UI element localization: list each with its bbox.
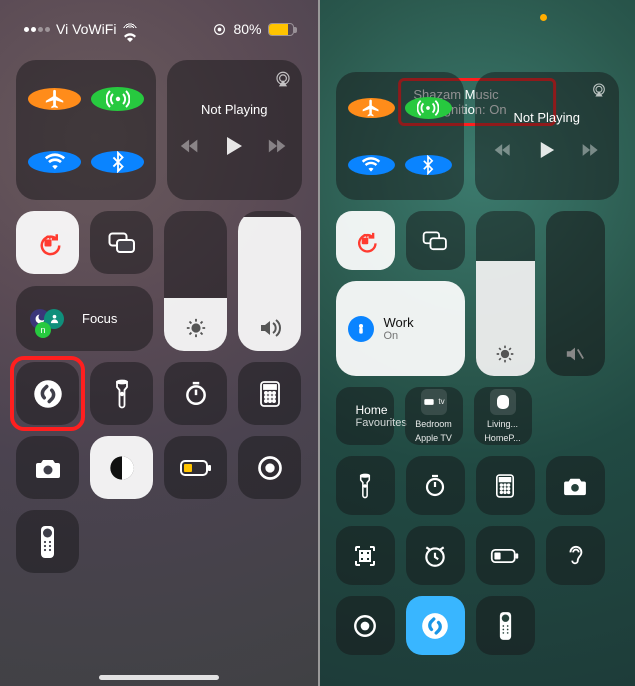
home-indicator[interactable] bbox=[99, 675, 219, 680]
media-play-button[interactable] bbox=[536, 139, 558, 161]
bedroom-l2: Apple TV bbox=[415, 433, 452, 443]
connectivity-group[interactable] bbox=[16, 60, 156, 200]
media-next-button[interactable] bbox=[580, 139, 602, 161]
timer-button[interactable] bbox=[406, 456, 465, 515]
battery-icon bbox=[268, 23, 294, 36]
qr-code-button[interactable] bbox=[336, 526, 395, 585]
brightness-slider[interactable] bbox=[164, 211, 227, 351]
home-bedroom-tv[interactable]: tv Bedroom Apple TV bbox=[405, 387, 463, 445]
shazam-highlight bbox=[10, 356, 85, 431]
screen-mirroring-button[interactable] bbox=[406, 211, 465, 270]
hearing-button[interactable] bbox=[546, 526, 605, 585]
orientation-lock-button[interactable] bbox=[16, 211, 79, 274]
media-title: Not Playing bbox=[514, 111, 580, 125]
battery-text: 80% bbox=[233, 21, 261, 37]
cellular-signal-icon bbox=[24, 27, 50, 32]
media-title: Not Playing bbox=[201, 103, 267, 117]
screen-record-button[interactable] bbox=[336, 596, 395, 655]
carrier-label: Vi VoWiFi bbox=[56, 21, 116, 37]
media-prev-button[interactable] bbox=[179, 135, 201, 157]
focus-label: Focus bbox=[82, 312, 117, 326]
home-label: Home bbox=[356, 403, 407, 417]
control-center-right: Shazam Music Recognition: On bbox=[318, 0, 635, 686]
brightness-slider[interactable] bbox=[476, 211, 535, 376]
focus-label: Work bbox=[384, 316, 414, 330]
calculator-button[interactable] bbox=[238, 362, 301, 425]
screen-record-button[interactable] bbox=[238, 436, 301, 499]
wifi-button[interactable] bbox=[348, 155, 395, 175]
cellular-data-button[interactable] bbox=[91, 87, 144, 111]
focus-sub: On bbox=[384, 330, 414, 342]
focus-button[interactable]: Work On bbox=[336, 281, 465, 376]
media-play-button[interactable] bbox=[223, 135, 245, 157]
shazam-button[interactable] bbox=[16, 362, 79, 425]
media-controls bbox=[179, 135, 289, 157]
timer-button[interactable] bbox=[164, 362, 227, 425]
alarm-button[interactable] bbox=[406, 526, 465, 585]
calculator-button[interactable] bbox=[476, 456, 535, 515]
status-bar: Vi VoWiFi 80% bbox=[8, 2, 310, 52]
home-favourites[interactable]: Home Favourites bbox=[336, 387, 394, 445]
airplay-icon[interactable] bbox=[591, 82, 609, 100]
apple-tv-remote-button[interactable] bbox=[16, 510, 79, 573]
status-bar bbox=[328, 2, 628, 36]
apple-tv-remote-button[interactable] bbox=[476, 596, 535, 655]
airplay-icon[interactable] bbox=[274, 70, 292, 88]
volume-slider[interactable] bbox=[546, 211, 605, 376]
bluetooth-button[interactable] bbox=[91, 151, 144, 173]
homepod-icon bbox=[490, 389, 516, 415]
connectivity-group[interactable] bbox=[336, 72, 464, 200]
control-center-left: Vi VoWiFi 80% bbox=[0, 0, 318, 686]
work-icon bbox=[348, 316, 374, 342]
focus-count-badge: n bbox=[35, 322, 51, 338]
low-power-button[interactable] bbox=[164, 436, 227, 499]
media-card[interactable]: Not Playing bbox=[475, 72, 620, 200]
bedroom-l1: Bedroom bbox=[415, 419, 452, 429]
focus-button[interactable]: n Focus bbox=[16, 286, 153, 351]
airplane-mode-button[interactable] bbox=[348, 98, 395, 118]
camera-button[interactable] bbox=[16, 436, 79, 499]
volume-slider[interactable] bbox=[238, 211, 301, 351]
living-l1: Living... bbox=[487, 419, 518, 429]
wifi-button[interactable] bbox=[28, 151, 81, 173]
bluetooth-button[interactable] bbox=[405, 155, 452, 175]
camera-button[interactable] bbox=[546, 456, 605, 515]
apple-tv-icon: tv bbox=[421, 389, 447, 415]
flashlight-button[interactable] bbox=[90, 362, 153, 425]
media-next-button[interactable] bbox=[267, 135, 289, 157]
media-card[interactable]: Not Playing bbox=[167, 60, 302, 200]
low-power-button[interactable] bbox=[476, 526, 535, 585]
wifi-status-icon bbox=[122, 15, 138, 43]
media-prev-button[interactable] bbox=[492, 139, 514, 161]
privacy-icon bbox=[212, 22, 227, 37]
home-sub: Favourites bbox=[356, 417, 407, 429]
airplane-mode-button[interactable] bbox=[28, 88, 81, 110]
flashlight-button[interactable] bbox=[336, 456, 395, 515]
screen-mirroring-button[interactable] bbox=[90, 211, 153, 274]
dark-mode-button[interactable] bbox=[90, 436, 153, 499]
living-l2: HomeP... bbox=[484, 433, 520, 443]
home-living-homepod[interactable]: Living... HomeP... bbox=[474, 387, 532, 445]
cellular-data-button[interactable] bbox=[405, 97, 452, 119]
shazam-button[interactable] bbox=[406, 596, 465, 655]
orientation-lock-button[interactable] bbox=[336, 211, 395, 270]
